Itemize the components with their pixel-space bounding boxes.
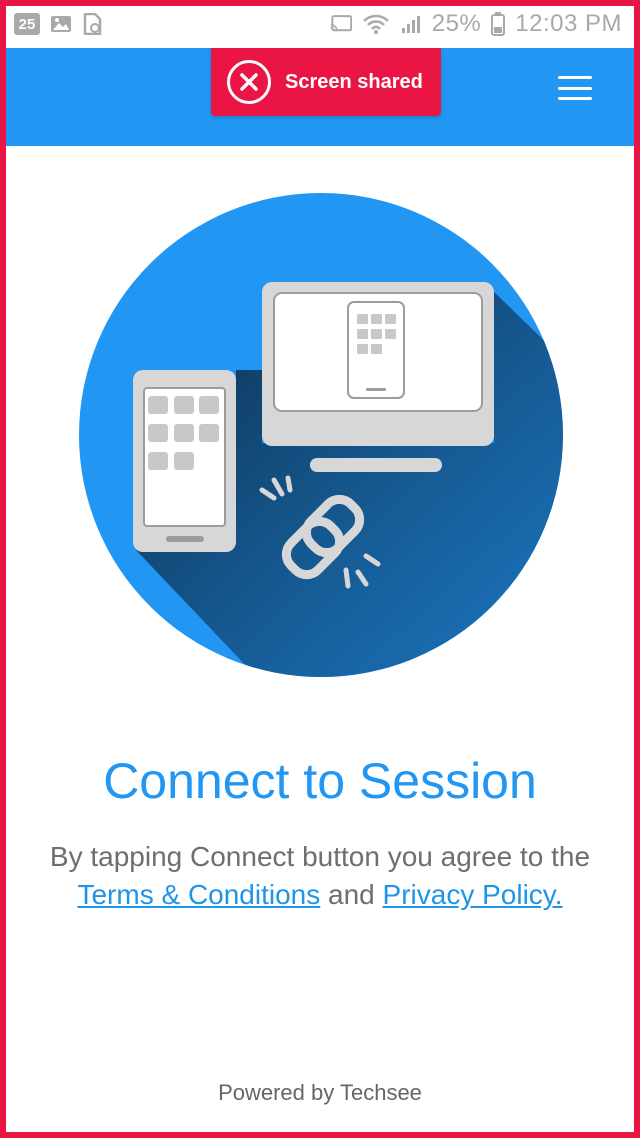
app-bar: Screen shared [0,48,640,146]
close-circle-icon[interactable] [227,60,271,104]
wifi-icon [362,14,390,34]
powered-by: Powered by Techsee [218,1080,422,1105]
status-bar-right: 25% 12:03 PM [330,10,622,38]
privacy-link[interactable]: Privacy Policy. [383,879,563,910]
terms-description: By tapping Connect button you agree to t… [0,838,640,914]
image-icon [50,14,72,34]
clock: 12:03 PM [515,10,622,37]
terms-description-text: By tapping Connect button you agree to t… [49,841,591,872]
status-bar: 25 25% 12:03 PM [0,0,640,48]
status-bar-left: 25 [14,13,104,35]
screen-shared-banner[interactable]: Screen shared [211,48,441,116]
phone-icon [133,370,236,552]
battery-icon [491,12,506,36]
monitor-icon [262,282,494,472]
calendar-badge: 25 [14,13,40,35]
signal-icon [400,14,422,34]
screen-shared-label: Screen shared [285,70,423,93]
connect-illustration [76,190,566,680]
page-title: Connect to Session [103,753,537,809]
cast-icon [330,14,352,34]
file-sync-icon [82,13,104,35]
terms-link[interactable]: Terms & Conditions [77,879,320,910]
hamburger-menu-icon[interactable] [552,74,598,102]
battery-percent: 25% [431,10,482,37]
and-text: and [328,879,375,910]
